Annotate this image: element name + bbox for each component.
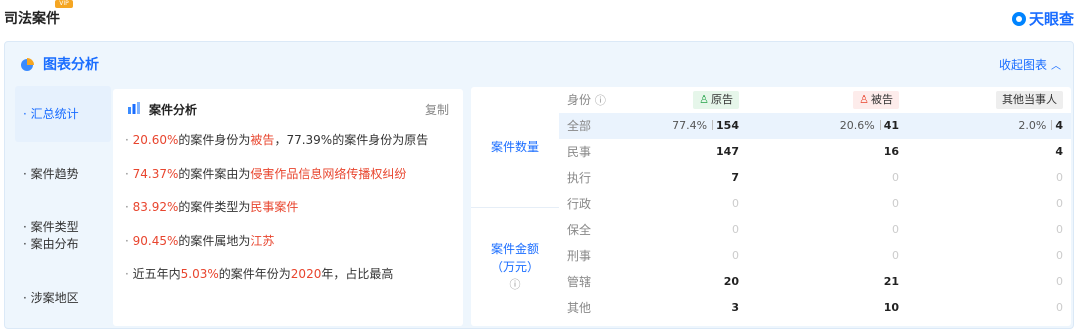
nav-item-label: 汇总统计 [23, 106, 111, 123]
table-row[interactable]: 执行 7 0 0 [559, 165, 1071, 191]
side-nav: 汇总统计 案件趋势 案件类型 案由分布 涉案地区 [15, 86, 111, 326]
vip-badge: VIP [55, 0, 73, 8]
case-analysis-card: 案件分析 复制 · 20.60%的案件身份为被告，77.39%的案件身份为原告 … [113, 89, 463, 326]
person-icon: ♙ [859, 93, 869, 106]
top-bar: 司法案件 VIP 天眼查 [0, 0, 1080, 36]
copy-button[interactable]: 复制 [425, 101, 449, 118]
chart-analysis-panel: 图表分析 收起图表 ︿ 汇总统计 案件趋势 案件类型 案由分布 涉案地区 案件分… [4, 41, 1074, 329]
analysis-icon [128, 102, 140, 114]
person-icon: ♙ [699, 93, 709, 106]
plaintiff-tag[interactable]: ♙ 原告 [693, 91, 739, 109]
table-row[interactable]: 管辖 20 21 0 [559, 269, 1071, 295]
page-title: 司法案件 [4, 11, 60, 27]
row-group-case-count: 案件数量 [490, 140, 539, 154]
row-group-case-amount: 案件金额 （万元） ⓘ [471, 208, 559, 326]
row-group-labels: 案件数量 案件金额 （万元） ⓘ [471, 87, 559, 326]
brand-logo[interactable]: 天眼查 [1011, 8, 1074, 29]
nav-item-label: 案由分布 [23, 236, 111, 253]
table-header-row: 身份 ⓘ ♙ 原告 ♙ 被告 其他当事人 [559, 87, 1071, 113]
brand-icon [1011, 11, 1026, 26]
nav-item-label: 涉案地区 [23, 290, 111, 307]
table-row[interactable]: 刑事 0 0 0 [559, 243, 1071, 269]
analysis-line: · 近五年内5.03%的案件年份为2020年，占比最高 [125, 267, 394, 281]
nav-item-summary[interactable]: 汇总统计 [15, 86, 111, 142]
panel-title: 图表分析 [43, 57, 99, 73]
analysis-title: 案件分析 [149, 103, 198, 117]
analysis-line: · 83.92%的案件类型为民事案件 [125, 200, 299, 214]
analysis-line: · 74.37%的案件案由为侵害作品信息网络传播权纠纷 [125, 167, 407, 181]
nav-item-type-cause[interactable]: 案件类型 案由分布 [15, 206, 111, 266]
collapse-label: 收起图表 [998, 58, 1047, 72]
other-party-tag[interactable]: 其他当事人 [996, 91, 1063, 109]
defendant-tag[interactable]: ♙ 被告 [853, 91, 899, 109]
brand-name: 天眼查 [1028, 10, 1074, 28]
chart-icon [21, 58, 34, 71]
help-icon[interactable]: ⓘ [510, 276, 521, 294]
table-row[interactable]: 保全 0 0 0 [559, 217, 1071, 243]
stats-table: 案件数量 案件金额 （万元） ⓘ 身份 ⓘ ♙ 原告 ♙ 被告 其他当事人 全部 7… [471, 87, 1071, 326]
table-row[interactable]: 其他 3 10 0 [559, 295, 1071, 321]
stats-grid: 身份 ⓘ ♙ 原告 ♙ 被告 其他当事人 全部 77.4% 154 20.6% 41 2… [559, 87, 1071, 326]
nav-item-trend[interactable]: 案件趋势 [15, 146, 111, 202]
nav-item-label: 案件趋势 [23, 166, 111, 183]
analysis-line: · 90.45%的案件属地为江苏 [125, 234, 275, 248]
collapse-charts-button[interactable]: 收起图表 ︿ [999, 56, 1061, 73]
nav-item-region[interactable]: 涉案地区 [15, 270, 111, 326]
panel-header: 图表分析 收起图表 ︿ [5, 42, 1073, 84]
table-row[interactable]: 全部 77.4% 154 20.6% 41 2.0% 4 [559, 113, 1071, 139]
table-row[interactable]: 行政 0 0 0 [559, 191, 1071, 217]
table-row[interactable]: 民事 147 16 4 [559, 139, 1071, 165]
chevron-up-icon: ︿ [1051, 61, 1061, 72]
help-icon[interactable]: ⓘ [595, 94, 606, 107]
analysis-line: · 20.60%的案件身份为被告，77.39%的案件身份为原告 [125, 133, 429, 147]
nav-item-label: 案件类型 [23, 219, 111, 236]
